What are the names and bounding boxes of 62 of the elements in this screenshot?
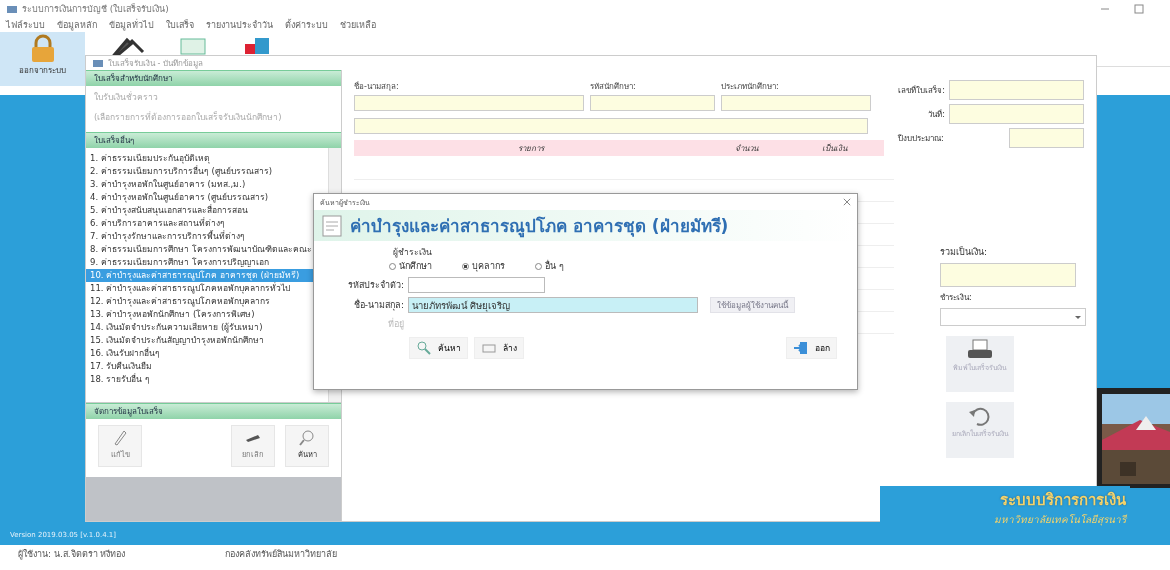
field-label: ชื่อ-นามสกุล:	[354, 80, 400, 93]
payment-dropdown[interactable]	[940, 308, 1086, 326]
name-field[interactable]: นายภัทรพัฒน์ ศิษยุเจริญ	[408, 297, 698, 313]
date-field[interactable]	[949, 104, 1084, 124]
radio-option[interactable]: อื่น ๆ	[535, 259, 564, 273]
app-icon	[6, 3, 18, 15]
name-field[interactable]	[354, 95, 584, 111]
nav-item[interactable]: 1. ค่าธรรมเนียมประกันอุบัติเหตุ	[86, 152, 328, 165]
fiscal-year-field[interactable]	[1009, 128, 1084, 148]
column-header: เป็นเงิน	[821, 142, 849, 155]
field-label: รหัสนักศึกษา:	[590, 81, 637, 93]
field-label: รหัสประจำตัว:	[346, 279, 404, 292]
unit-text: กองคลังทรัพย์สินมหาวิทยาลัย	[225, 548, 338, 561]
student-id-field[interactable]	[590, 95, 715, 111]
app-title: ระบบการเงินการบัญชี (ใบเสร็จรับเงิน)	[22, 2, 169, 16]
total-field[interactable]	[940, 263, 1076, 287]
exit-button[interactable]: ออก	[786, 337, 837, 359]
field-label: เลขที่ใบเสร็จ:	[898, 84, 945, 97]
id-field[interactable]	[408, 277, 545, 293]
dropdown-icon	[1074, 313, 1082, 321]
dialog-heading: ค่าบำรุงและค่าสาธารณูปโภค อาคารชุด (ฝ่ายมัทรี)	[350, 215, 729, 239]
menu-item[interactable]: ข้อมูลทั่วไป	[109, 18, 154, 32]
app-icon	[92, 57, 104, 69]
nav-item[interactable]: 2. ค่าธรรมเนียมการบริการอื่นๆ (ศูนย์บรรณสาร)	[86, 165, 328, 178]
menu-item[interactable]: ไฟล์ระบบ	[6, 18, 45, 32]
radio-option[interactable]: บุคลากร	[462, 259, 505, 273]
radio-option[interactable]: นักศึกษา	[389, 259, 432, 273]
exit-icon	[793, 340, 809, 356]
maximize-icon[interactable]	[1134, 4, 1144, 14]
search-icon	[297, 428, 317, 448]
field-label: ชำระเงิน:	[940, 292, 973, 304]
address-field[interactable]	[354, 118, 868, 134]
clear-button[interactable]: ล้าง	[474, 337, 524, 359]
menu-item[interactable]: ช่วยเหลือ	[340, 18, 376, 32]
close-icon[interactable]	[843, 198, 851, 206]
column-header: รายการ	[516, 142, 546, 155]
field-label: ปีงบประมาณ:	[898, 132, 944, 145]
nav-item[interactable]: 3. ค่าบำรุงหอพักในศูนย์อาคาร (มทส.,ม.)	[86, 178, 328, 191]
user-text: ผู้ใช้งาน: น.ส.จิตตรา หงีทอง	[18, 548, 126, 561]
menu-item[interactable]: รายงานประจำวัน	[206, 18, 273, 32]
section-header[interactable]: จัดการข้อมูลใบเสร็จ	[86, 403, 341, 419]
section-header[interactable]: ใบเสร็จสำหรับนักศึกษา	[86, 70, 341, 86]
field-label: ที่อยู่	[387, 317, 404, 331]
group-label: ผู้ชำระเงิน	[392, 246, 433, 259]
document-icon	[320, 213, 344, 238]
logout-button[interactable]: ออกจากระบบ	[0, 32, 85, 86]
student-type-field[interactable]	[721, 95, 871, 111]
receipt-number-field[interactable]	[949, 80, 1084, 100]
menu-item[interactable]: ตั้งค่าระบบ	[285, 18, 328, 32]
section-header[interactable]: ใบเสร็จอื่นๆ	[86, 132, 341, 148]
menu-item[interactable]: ใบเสร็จ	[166, 18, 194, 32]
logo-title: ระบบบริการการเงิน	[1000, 490, 1126, 511]
field-label: วันที่:	[928, 108, 945, 121]
field-label: รวมเป็นเงิน:	[940, 245, 989, 259]
menu-item[interactable]: ข้อมูลหลัก	[57, 18, 97, 32]
field-label: ชื่อ-นามสกุล:	[352, 298, 404, 312]
search-icon	[416, 340, 432, 356]
column-header: จำนวน	[734, 142, 760, 155]
field-label: ประเภทนักศึกษา:	[721, 81, 780, 93]
window-title: ใบเสร็จรับเงิน - บันทึกข้อมูล	[108, 57, 203, 70]
logo-subtitle: มหาวิทยาลัยเทคโนโลยีสุรนารี	[994, 513, 1126, 527]
search-button[interactable]: ค้นหา	[409, 337, 468, 359]
